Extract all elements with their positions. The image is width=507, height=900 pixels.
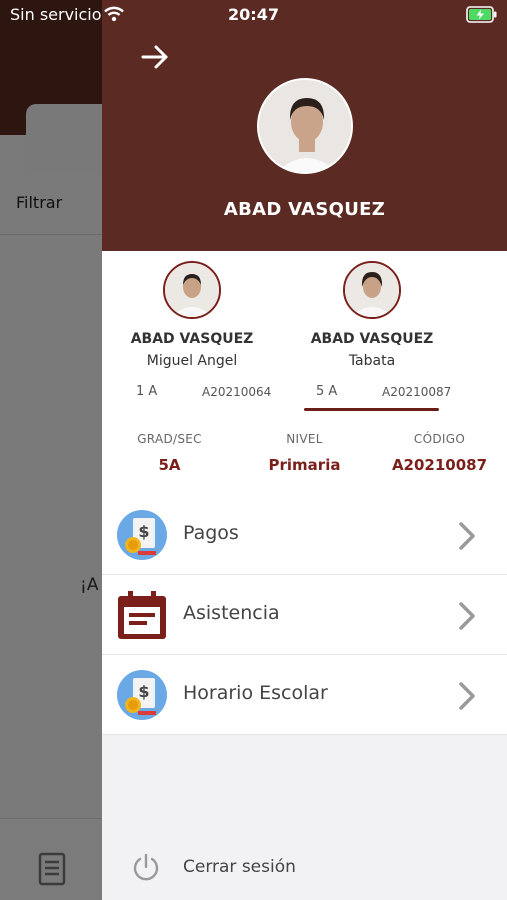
profile-name: ABAD VASQUEZ <box>223 199 386 220</box>
drawer-menu: $ Pagos Asistencia $ Horario Escolar <box>102 495 507 735</box>
profile-avatar <box>257 78 353 174</box>
payment-icon: $ <box>116 669 168 721</box>
menu-label: Asistencia <box>183 602 280 624</box>
arrow-right-icon[interactable] <box>140 42 170 76</box>
menu-item-horario-escolar[interactable]: $ Horario Escolar <box>102 655 507 735</box>
info-value: 5A <box>158 456 181 474</box>
student-grade: 5 A <box>316 384 338 399</box>
logout-label: Cerrar sesión <box>183 857 296 877</box>
calendar-icon <box>116 589 168 641</box>
menu-item-asistencia[interactable]: Asistencia <box>102 575 507 655</box>
student-first-name: Miguel Angel <box>146 353 238 369</box>
info-value: Primaria <box>268 456 341 474</box>
student-card-selected[interactable]: ABAD VASQUEZ Tabata 5 A A20210087 <box>282 251 462 416</box>
navigation-drawer: ABAD VASQUEZ ABAD VASQUEZ Miguel Angel 1… <box>102 0 507 900</box>
student-avatar <box>343 261 401 319</box>
svg-text:$: $ <box>138 522 149 541</box>
drawer-header: ABAD VASQUEZ <box>102 0 507 251</box>
menu-label: Horario Escolar <box>183 682 328 704</box>
selected-student-indicator <box>304 408 439 411</box>
info-code: CÓDIGO A20210087 <box>372 432 507 474</box>
logout-button[interactable]: Cerrar sesión <box>102 840 507 895</box>
svg-text:$: $ <box>138 682 149 701</box>
student-grade: 1 A <box>136 384 158 399</box>
chevron-right-icon <box>458 601 476 635</box>
chevron-right-icon <box>458 521 476 555</box>
student-last-name: ABAD VASQUEZ <box>310 331 434 347</box>
student-last-name: ABAD VASQUEZ <box>130 331 254 347</box>
student-code: A20210064 <box>202 385 272 399</box>
info-label: NIVEL <box>286 432 323 446</box>
info-level: NIVEL Primaria <box>237 432 372 474</box>
student-selector: ABAD VASQUEZ Miguel Angel 1 A A20210064 … <box>102 251 507 499</box>
info-label: GRAD/SEC <box>137 432 202 446</box>
student-avatar <box>163 261 221 319</box>
menu-label: Pagos <box>183 522 239 544</box>
status-bar: Sin servicio 20:47 <box>0 0 507 30</box>
student-card[interactable]: ABAD VASQUEZ Miguel Angel 1 A A20210064 <box>102 251 282 416</box>
chevron-right-icon <box>458 681 476 715</box>
menu-item-pagos[interactable]: $ Pagos <box>102 495 507 575</box>
info-grade-section: GRAD/SEC 5A <box>102 432 237 474</box>
info-value: A20210087 <box>391 456 488 474</box>
student-code: A20210087 <box>382 385 452 399</box>
student-first-name: Tabata <box>348 353 396 369</box>
power-icon <box>132 852 160 886</box>
battery-charging-icon <box>466 6 498 27</box>
clock: 20:47 <box>228 5 279 24</box>
info-label: CÓDIGO <box>413 432 466 446</box>
payment-icon: $ <box>116 509 168 561</box>
